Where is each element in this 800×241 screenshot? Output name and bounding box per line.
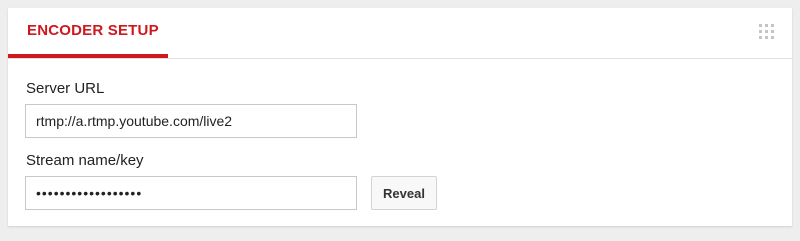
reveal-button[interactable]: Reveal	[371, 176, 437, 210]
tab-label: ENCODER SETUP	[27, 22, 159, 39]
tab-encoder-setup[interactable]: ENCODER SETUP	[8, 8, 168, 58]
card-header: ENCODER SETUP	[8, 8, 792, 59]
server-url-field[interactable]	[25, 104, 357, 138]
encoder-setup-card: ENCODER SETUP Server URL Stream name/key…	[8, 8, 792, 226]
stream-key-field[interactable]	[25, 176, 357, 210]
grip-dots-icon[interactable]	[758, 23, 776, 41]
server-url-label: Server URL	[26, 80, 105, 97]
stream-key-label: Stream name/key	[26, 152, 144, 169]
